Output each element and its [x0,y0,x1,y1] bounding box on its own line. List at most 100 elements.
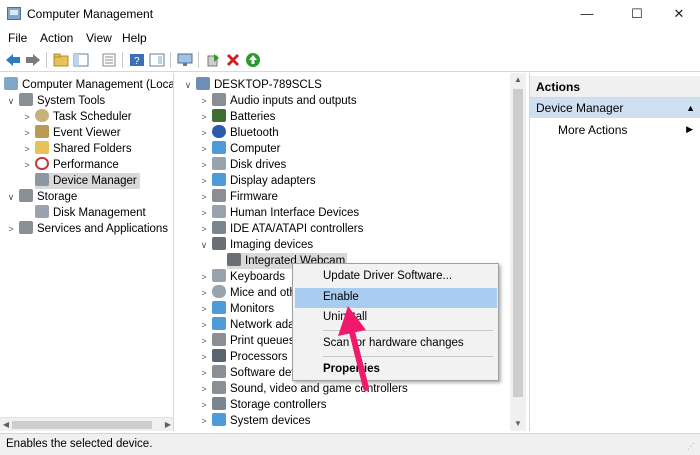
menu-separator [323,330,493,331]
tree-shared-folders[interactable]: > Shared Folders [22,141,132,157]
help-icon[interactable]: ? [128,51,146,69]
event-log-icon [35,125,49,138]
up-folder-icon[interactable] [52,51,70,69]
minimize-button[interactable]: — [564,0,610,28]
disabled-webcam-icon [227,253,241,266]
device-category[interactable]: > Human Interface Devices [199,205,359,221]
tree-device-manager[interactable]: Device Manager [35,173,140,189]
collapse-triangle-icon[interactable]: ▲ [686,103,695,113]
tree-disk-management[interactable]: Disk Management [35,205,146,221]
vertical-scrollbar[interactable]: ▲ ▼ [510,73,526,431]
tree-storage[interactable]: ∨ Storage [6,189,77,205]
context-menu: Update Driver Software... Enable Uninsta… [292,263,499,381]
collapsed-chevron-icon[interactable]: > [22,109,32,125]
device-category-imaging[interactable]: ∨ Imaging devices [199,237,313,253]
device-category[interactable]: > Disk drives [199,157,286,173]
monitor-icon[interactable] [176,51,194,69]
expanded-chevron-icon[interactable]: ∨ [6,93,16,109]
tree-performance[interactable]: > Performance [22,157,119,173]
keyboard-icon [212,269,226,282]
collapsed-chevron-icon[interactable]: > [22,157,32,173]
device-tree-root[interactable]: ∨ DESKTOP-789SCLS [183,77,322,93]
device-category[interactable]: > Print queues [199,333,295,349]
uninstall-menu-item[interactable]: Uninstall [295,308,497,328]
device-category[interactable]: > Monitors [199,301,274,317]
device-category[interactable]: > Keyboards [199,269,285,285]
close-button[interactable]: ✕ [656,0,700,28]
collapsed-chevron-icon[interactable]: > [22,125,32,141]
device-category[interactable]: > IDE ATA/ATAPI controllers [199,221,363,237]
tree-services-applications[interactable]: > Services and Applications [6,221,168,237]
console-tree-pane[interactable]: Computer Management (Local ∨ System Tools… [0,73,174,431]
console-tree-icon[interactable] [148,51,166,69]
computer-management-icon [7,7,21,20]
back-arrow-icon[interactable] [4,51,22,69]
show-hide-tree-icon[interactable] [72,51,90,69]
svg-text:?: ? [134,56,140,67]
forward-arrow-icon[interactable] [24,51,42,69]
device-category[interactable]: > Display adapters [199,173,316,189]
network-adapter-icon [212,317,226,330]
actions-device-manager[interactable]: Device Manager ▲ [530,98,700,118]
horizontal-scroll-thumb[interactable] [12,421,152,429]
device-category[interactable]: > Storage controllers [199,397,327,413]
menu-view[interactable]: View [86,31,112,45]
tree-event-viewer[interactable]: > Event Viewer [22,125,121,141]
actions-pane: Actions Device Manager ▲ More Actions ▶ [529,73,700,431]
device-category[interactable]: > Bluetooth [199,125,279,141]
enable-menu-item[interactable]: Enable [295,288,497,308]
uninstall-x-icon[interactable] [224,51,242,69]
shared-folder-icon [35,141,49,154]
resize-grip-icon[interactable]: ⋰ [687,442,697,452]
update-driver-menu-item[interactable]: Update Driver Software... [295,267,497,287]
expanded-chevron-icon[interactable]: ∨ [199,237,209,253]
properties-icon[interactable] [100,51,118,69]
title-bar: Computer Management — ☐ ✕ [0,0,700,28]
expanded-chevron-icon[interactable]: ∨ [6,189,16,205]
collapsed-chevron-icon[interactable]: > [22,141,32,157]
device-category[interactable]: > Processors [199,349,288,365]
properties-menu-item[interactable]: Properties [295,360,497,380]
maximize-button[interactable]: ☐ [614,0,660,28]
clock-icon [35,109,49,122]
window-title: Computer Management [27,7,154,21]
scroll-up-icon[interactable]: ▲ [510,73,526,87]
tree-task-scheduler[interactable]: > Task Scheduler [22,109,132,125]
device-manager-icon [35,173,49,186]
processor-icon [212,349,226,362]
computer-management-icon [4,77,18,90]
device-category[interactable]: > Software dev [199,365,297,381]
menu-file[interactable]: File [8,31,27,45]
device-category[interactable]: > Audio inputs and outputs [199,93,357,109]
device-category[interactable]: > Computer [199,141,281,157]
battery-icon [212,109,226,122]
enable-device-icon[interactable] [244,51,262,69]
actions-header: Actions [530,76,700,98]
expanded-chevron-icon[interactable]: ∨ [183,77,193,93]
computer-icon [196,77,210,90]
tree-computer-management[interactable]: Computer Management (Local [4,77,173,93]
device-category[interactable]: > Network ada [199,317,295,333]
menu-help[interactable]: Help [122,31,147,45]
ide-controller-icon [212,221,226,234]
menu-action[interactable]: Action [40,31,73,45]
device-category[interactable]: > Mice and oth [199,285,296,301]
more-actions[interactable]: More Actions ▶ [530,120,700,140]
device-category[interactable]: > Batteries [199,109,275,125]
collapsed-chevron-icon[interactable]: > [6,221,16,237]
device-category[interactable]: > Firmware [199,189,278,205]
tree-system-tools[interactable]: ∨ System Tools [6,93,105,109]
software-device-icon [212,365,226,378]
toolbar: ? [0,48,700,72]
vertical-scroll-thumb[interactable] [513,89,523,397]
scroll-down-icon[interactable]: ▼ [510,417,526,431]
scroll-right-icon[interactable]: ▶ [162,418,173,431]
horizontal-scrollbar[interactable]: ◀ ▶ [0,417,173,431]
scroll-left-icon[interactable]: ◀ [0,418,12,431]
device-category[interactable]: > System devices [199,413,311,429]
scan-hardware-menu-item[interactable]: Scan for hardware changes [295,334,497,354]
device-category[interactable]: > Sound, video and game controllers [199,381,408,397]
storage-controller-icon [212,397,226,410]
disk-drive-icon [212,157,226,170]
update-driver-icon[interactable] [204,51,222,69]
